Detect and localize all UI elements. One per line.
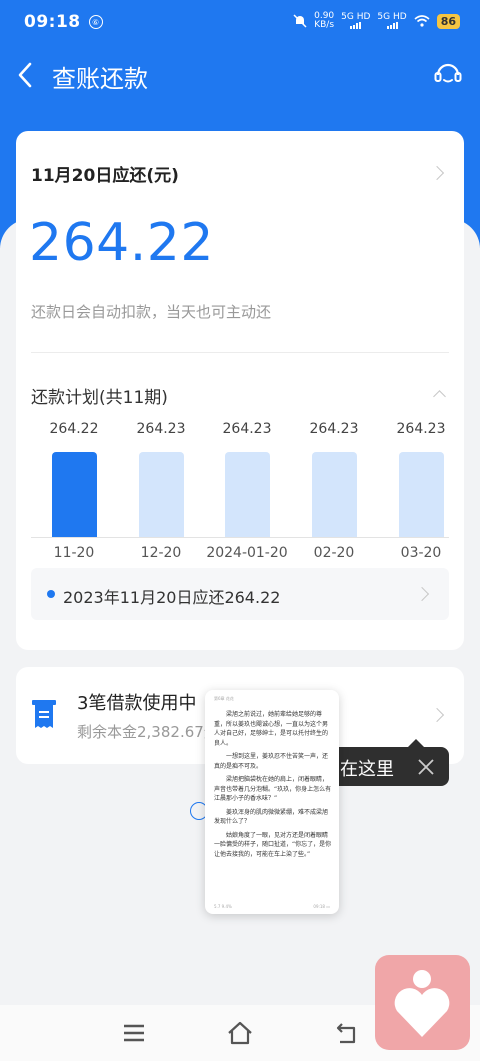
chart-bar[interactable]	[225, 452, 270, 537]
customer-service-icon[interactable]	[432, 58, 464, 90]
reader-body: 梁旭之前说过，她前辈给她足够的尊重，所以姜玖也飓诚心想，一直以为这个男人对自己好…	[214, 710, 332, 863]
bar-value-label: 264.23	[396, 421, 446, 437]
home-icon[interactable]	[226, 1019, 254, 1047]
plan-summary-row[interactable]: 2023年11月20日应还264.22	[31, 568, 449, 620]
tooltip-text: 在这里	[340, 759, 394, 780]
due-amount: 264.22	[29, 213, 214, 273]
page-title: 查账还款	[52, 65, 148, 93]
wifi-icon	[414, 15, 430, 27]
mute-bell-icon	[293, 14, 307, 28]
signal-bars-icon	[350, 22, 362, 29]
auto-debit-note: 还款日会自动扣款，当天也可主动还	[31, 303, 272, 321]
net-speed: 0.90 KB/s	[314, 11, 335, 30]
battery-indicator: 86	[436, 13, 460, 29]
reader-paragraph: 姑娘角度了一眼，见对方还是闭着眼睛一脸慵受的样子，随口扯道，“你忘了，是你让他去…	[214, 831, 332, 858]
bar-value-label: 264.23	[222, 421, 272, 437]
heart-person-icon	[394, 970, 450, 1037]
receipt-icon	[32, 700, 56, 728]
close-icon[interactable]	[417, 758, 435, 776]
plan-summary-text: 2023年11月20日应还264.22	[63, 588, 281, 607]
signal-sim1: 5G HD	[341, 13, 370, 29]
signal-bars-icon	[386, 22, 398, 29]
reader-paragraph: 梁旭之前说过，她前辈给她足够的尊重，所以姜玖也飓诚心想，一直以为这个男人对自己好…	[214, 711, 329, 747]
return-icon[interactable]	[334, 1021, 358, 1045]
x-axis-tick-label: 02-20	[313, 545, 355, 561]
top-nav: 查账还款	[0, 48, 480, 102]
sim-card-icon: ⑥	[88, 15, 103, 29]
remaining-principal: 剩余本金2,382.67元	[77, 723, 219, 741]
reader-chapter: 第6章 花花	[214, 696, 234, 701]
menu-icon[interactable]	[123, 1022, 145, 1044]
reader-clock: 09:18 ▭	[313, 904, 330, 909]
repayment-plan-chart: 264.22 11-20 264.23 12-20 264.23 2024-01-20 26…	[16, 419, 464, 561]
status-icons: 0.90 KB/s 5G HD 5G HD 86	[293, 12, 460, 30]
reader-paragraph: 梁旭把脑袋枕在她的肩上，闭着眼睛，声音也带着几分泡糊。“玖玖，你身上怎么有江晨那…	[214, 776, 332, 802]
reader-paragraph: 一想到这里，姜玖忍不住苦笑一声，还真的是痴不可及。	[214, 753, 329, 770]
floating-reader-window[interactable]: 第6章 花花 梁旭之前说过，她前辈给她足够的尊重，所以姜玖也飓诚心想，一直以为这…	[205, 690, 339, 914]
bullet-dot-icon	[47, 590, 55, 598]
chart-bar[interactable]	[139, 452, 184, 537]
chevron-right-icon[interactable]	[429, 707, 445, 723]
bar-value-label: 264.23	[309, 421, 359, 437]
repayment-plan-title: 还款计划(共11期)	[31, 388, 168, 408]
chart-bar[interactable]	[399, 452, 444, 537]
reader-footer: 5.7 9.4% 09:18 ▭	[214, 904, 330, 909]
status-time: 09:18	[24, 12, 81, 32]
chevron-right-icon[interactable]	[414, 586, 430, 602]
bar-value-label: 264.22	[49, 421, 99, 437]
floating-app-button[interactable]	[375, 955, 470, 1050]
divider	[31, 352, 449, 353]
chevron-right-icon[interactable]	[429, 165, 445, 181]
chart-bar[interactable]	[52, 452, 97, 537]
loans-title: 3笔借款使用中	[77, 693, 197, 714]
bar-value-label: 264.23	[136, 421, 186, 437]
chevron-up-icon[interactable]	[433, 390, 446, 403]
x-axis-tick-label: 03-20	[400, 545, 442, 561]
chart-bar[interactable]	[312, 452, 357, 537]
x-axis-tick-label: 11-20	[53, 545, 95, 561]
repayment-card: 11月20日应还(元) 264.22 还款日会自动扣款，当天也可主动还 还款计划…	[16, 131, 464, 650]
chart-axis-line	[31, 537, 449, 538]
reader-paragraph: 姜玖浑身的肌肉微微紧绷，难不成梁旭发现什么了？	[214, 808, 329, 826]
signal-sim2: 5G HD	[377, 13, 407, 29]
x-axis-tick-label: 2024-01-20	[206, 545, 288, 561]
due-date-title[interactable]: 11月20日应还(元)	[31, 161, 179, 186]
back-arrow-icon[interactable]	[14, 60, 40, 90]
x-axis-tick-label: 12-20	[140, 545, 182, 561]
reader-progress: 5.7 9.4%	[214, 904, 232, 909]
